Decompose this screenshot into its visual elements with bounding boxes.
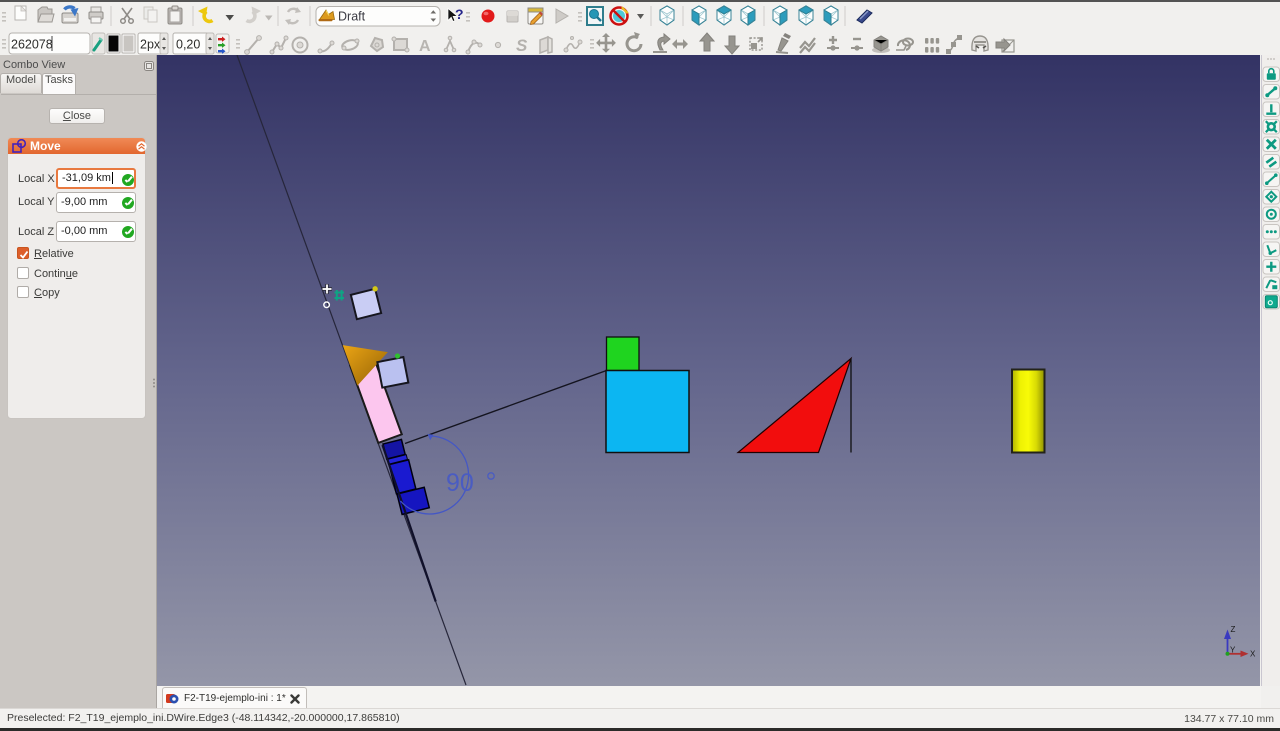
svg-text:Z: Z xyxy=(1231,625,1236,634)
svg-text:262078: 262078 xyxy=(11,38,53,52)
svg-text:2px: 2px xyxy=(140,38,161,52)
svg-text:Draft: Draft xyxy=(338,10,366,24)
svg-text:X: X xyxy=(1250,650,1256,659)
svg-text:?: ? xyxy=(455,6,464,22)
svg-text:S: S xyxy=(516,36,528,55)
svg-text:90: 90 xyxy=(446,469,474,497)
svg-text:Y: Y xyxy=(1230,646,1236,655)
svg-text:A: A xyxy=(419,38,431,55)
svg-text:0,20: 0,20 xyxy=(176,38,200,52)
